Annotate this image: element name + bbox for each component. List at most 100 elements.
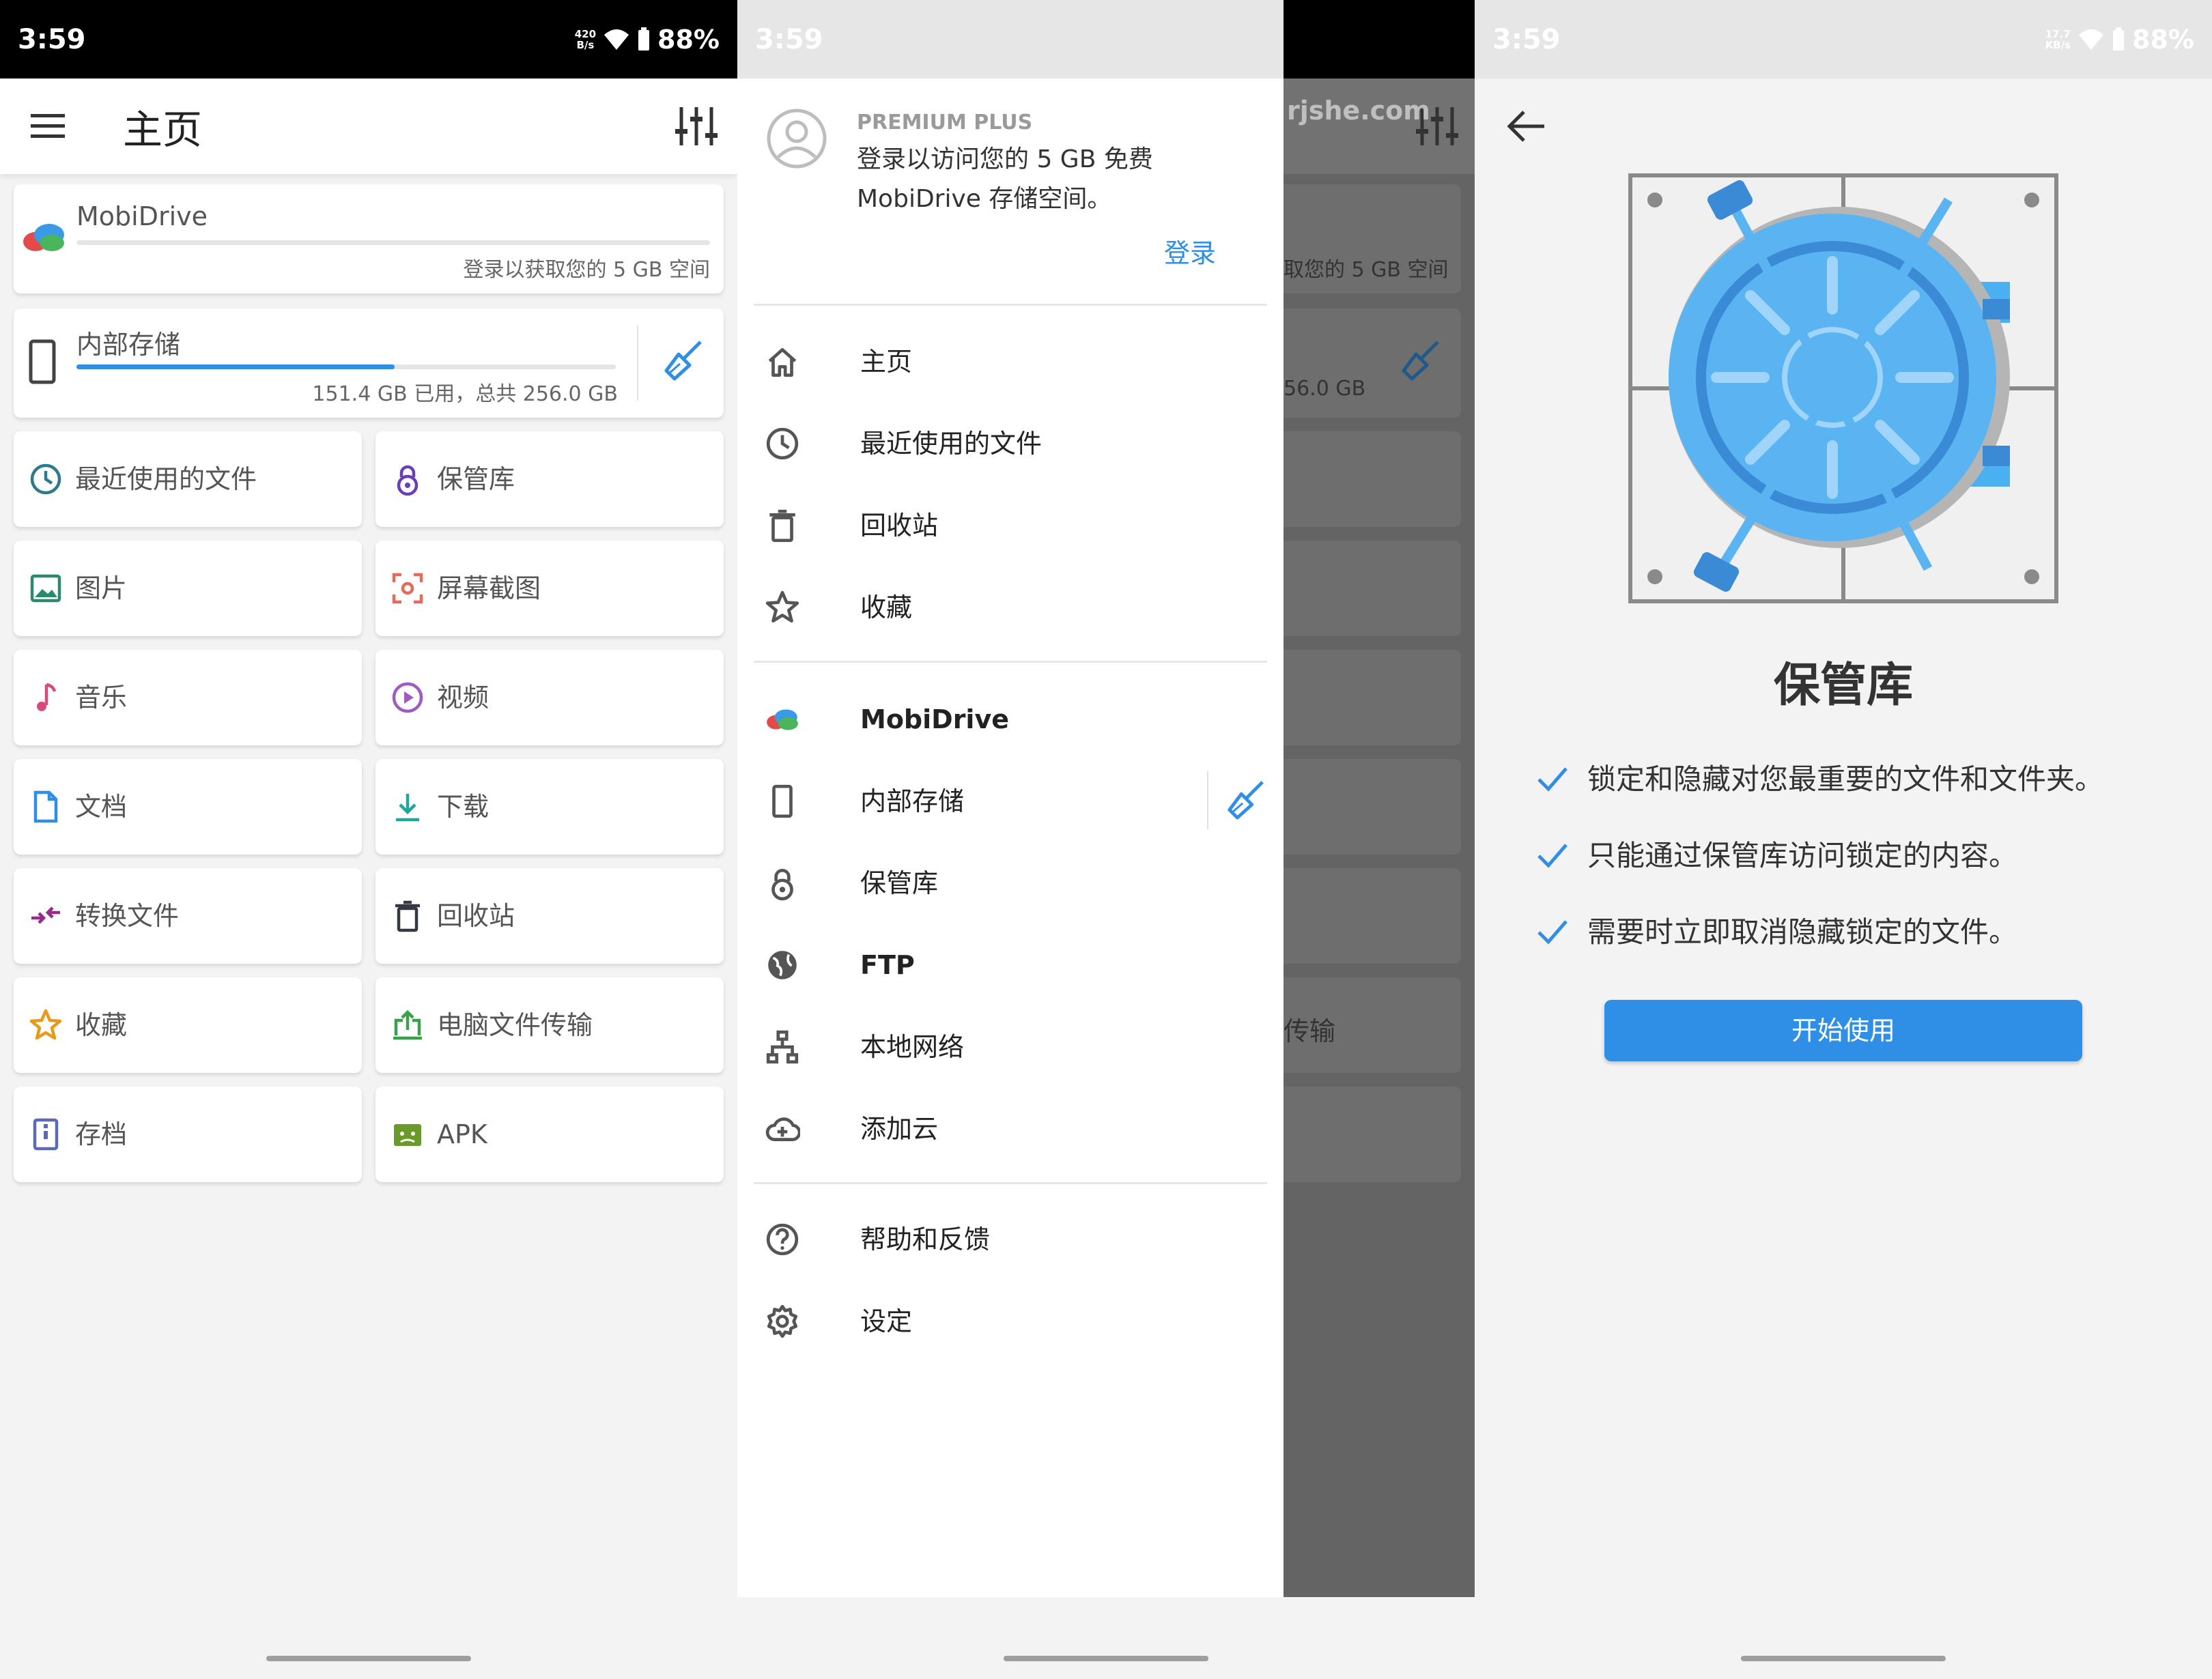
status-time: 3:59 [18, 23, 86, 55]
broom-clean-icon[interactable] [662, 339, 705, 382]
drawer-inline-divider [1207, 771, 1208, 829]
scrimmed-card [1284, 1087, 1461, 1182]
tile-label: 转换文件 [75, 901, 180, 931]
behind-transfer-label: 传输 [1284, 1016, 1336, 1046]
drawer-item-label: 添加云 [860, 1114, 939, 1144]
tile-label: 存档 [75, 1119, 128, 1149]
drawer-item-label: 保管库 [860, 868, 939, 898]
tile-pc-transfer[interactable]: 电脑文件传输 [375, 977, 724, 1073]
drawer-divider [754, 304, 1267, 306]
home-handle[interactable] [1004, 1656, 1208, 1661]
scrimmed-card [1284, 868, 1461, 964]
hamburger-menu-icon[interactable] [0, 78, 96, 174]
broom-clean-icon[interactable] [1225, 779, 1266, 820]
drawer-divider [754, 661, 1267, 663]
status-bar-visible-part [1284, 0, 1475, 78]
android-icon [391, 1117, 425, 1151]
status-bar: 3:59 17.7 KB/s 88% [1475, 0, 2212, 78]
mobidrive-icon [23, 224, 64, 251]
battery-percent: 88% [657, 24, 720, 55]
drawer-item-phone[interactable]: 内部存储 [737, 760, 1284, 842]
tile-download[interactable]: 下载 [375, 759, 724, 855]
get-started-button[interactable]: 开始使用 [1604, 1000, 2082, 1061]
convert-icon [29, 899, 63, 933]
tile-label: 下载 [437, 792, 490, 822]
battery-icon [2113, 27, 2125, 51]
clock-icon [29, 462, 63, 496]
feature-text: 锁定和隐藏对您最重要的文件和文件夹。 [1587, 762, 2104, 796]
help-icon [765, 1222, 800, 1257]
drawer-item-cloud-add[interactable]: 添加云 [737, 1088, 1284, 1170]
drawer-item-label: 回收站 [860, 511, 939, 541]
login-link[interactable]: 登录 [1164, 232, 1216, 270]
drawer-item-trash[interactable]: 回收站 [737, 485, 1284, 566]
tile-label: 保管库 [437, 464, 515, 494]
tile-document[interactable]: 文档 [14, 759, 362, 855]
feature-item: 需要时立即取消隐藏锁定的文件。 [1536, 912, 2192, 953]
tile-play[interactable]: 视频 [375, 650, 724, 745]
drawer-item-label: 最近使用的文件 [860, 429, 1043, 459]
drawer-item-label: 本地网络 [860, 1032, 965, 1062]
tile-image[interactable]: 图片 [14, 541, 362, 636]
feature-item: 锁定和隐藏对您最重要的文件和文件夹。 [1536, 759, 2192, 800]
mobidrive-progress [76, 240, 710, 245]
tile-archive[interactable]: 存档 [14, 1087, 362, 1182]
tile-star[interactable]: 收藏 [14, 977, 362, 1073]
drawer-item-label: 帮助和反馈 [860, 1224, 991, 1254]
tile-label: 最近使用的文件 [75, 464, 257, 494]
tile-android[interactable]: APK [375, 1087, 724, 1182]
internal-storage-card[interactable]: 内部存储 151.4 GB 已用，总共 256.0 GB [14, 308, 724, 418]
screenshot-icon [391, 571, 425, 605]
wifi-icon [2079, 29, 2104, 50]
drawer-item-settings[interactable]: 设定 [737, 1280, 1284, 1362]
trash-icon [391, 899, 425, 933]
tile-clock[interactable]: 最近使用的文件 [14, 431, 362, 527]
status-time: 3:59 [755, 23, 823, 55]
vault-intro-screen: 3:59 17.7 KB/s 88% 保管库 锁定和隐藏对您最重要的文件和文件夹… [1475, 0, 2212, 1679]
archive-icon [29, 1117, 63, 1151]
home-handle[interactable] [266, 1656, 471, 1661]
page-title: 主页 [123, 106, 203, 153]
battery-icon [638, 27, 650, 51]
behind-mobidrive-subtitle: 取您的 5 GB 空间 [1284, 258, 1449, 282]
gesture-bar [737, 1597, 1475, 1638]
home-handle[interactable] [1741, 1656, 1946, 1661]
drawer-item-lock[interactable]: 保管库 [737, 842, 1284, 924]
tile-convert[interactable]: 转换文件 [14, 868, 362, 964]
account-avatar-icon[interactable] [766, 108, 827, 169]
app-bar: 主页 [0, 78, 737, 174]
drawer-item-home[interactable]: 主页 [737, 321, 1284, 403]
drawer-item-clock[interactable]: 最近使用的文件 [737, 403, 1284, 485]
tile-lock[interactable]: 保管库 [375, 431, 724, 527]
tile-label: 文档 [75, 792, 128, 822]
checkmark-icon [1537, 844, 1568, 868]
wifi-icon [604, 29, 629, 50]
scrimmed-card [1284, 650, 1461, 745]
signin-message: 登录以访问您的 5 GB 免费 MobiDrive 存储空间。 [857, 145, 1153, 213]
back-arrow-icon[interactable] [1502, 102, 1550, 150]
status-bar: 3:59 420 B/s 88% [0, 0, 737, 78]
tile-label: 图片 [75, 573, 128, 603]
phone-icon [29, 339, 56, 384]
mobidrive-title: MobiDrive [76, 201, 208, 231]
tune-icon[interactable] [669, 99, 724, 154]
feature-text: 需要时立即取消隐藏锁定的文件。 [1587, 915, 2018, 949]
drawer-item-network[interactable]: 本地网络 [737, 1006, 1284, 1088]
drawer-item-mobidrive[interactable]: MobiDrive [737, 678, 1284, 760]
drawer-item-globe[interactable]: FTP [737, 924, 1284, 1006]
tile-music[interactable]: 音乐 [14, 650, 362, 745]
broom-clean-icon [1402, 341, 1439, 381]
drawer-item-label: 收藏 [860, 592, 913, 622]
mobidrive-card[interactable]: MobiDrive 登录以获取您的 5 GB 空间 [14, 184, 724, 293]
drawer-item-star[interactable]: 收藏 [737, 566, 1284, 648]
network-speed: 17.7 KB/s [2045, 27, 2071, 51]
download-icon [391, 790, 425, 824]
tile-trash[interactable]: 回收站 [375, 868, 724, 964]
tile-label: 音乐 [75, 683, 128, 713]
feature-item: 只能通过保管库访问锁定的内容。 [1536, 835, 2192, 876]
tile-label: 回收站 [437, 901, 515, 931]
tile-screenshot[interactable]: 屏幕截图 [375, 541, 724, 636]
navigation-drawer: 3:59 PREMIUM PLUS 登录以访问您的 5 GB 免费 MobiDr… [737, 0, 1475, 1638]
drawer-item-help[interactable]: 帮助和反馈 [737, 1199, 1284, 1280]
clock-icon [765, 426, 800, 461]
